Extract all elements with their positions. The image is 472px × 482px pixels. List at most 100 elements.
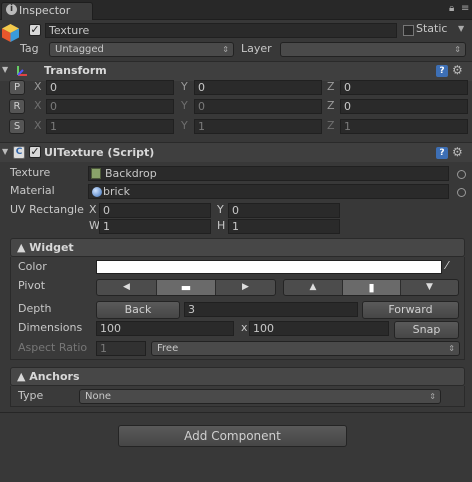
scale-y-field[interactable]: 1 xyxy=(194,119,322,134)
axis-x-label: X xyxy=(34,80,42,93)
position-z-field[interactable]: 0 xyxy=(340,80,468,95)
depth-label: Depth xyxy=(18,302,52,315)
eyedropper-icon[interactable]: ⁄ xyxy=(446,259,448,272)
object-picker-icon[interactable] xyxy=(457,170,466,179)
static-label: Static xyxy=(416,22,448,35)
tag-label: Tag xyxy=(20,42,39,55)
help-icon[interactable]: ? xyxy=(436,147,448,159)
anchor-type-value: None xyxy=(85,391,112,402)
gear-icon[interactable]: ⚙ xyxy=(452,145,463,159)
script-icon: C xyxy=(13,146,25,159)
depth-back-button[interactable]: Back xyxy=(96,301,180,319)
uitexture-title: UITexture (Script) xyxy=(44,146,155,159)
uv-rectangle-label: UV Rectangle xyxy=(10,203,84,216)
axis-x-label: X xyxy=(34,99,42,112)
pivot-left-button[interactable]: ◀ xyxy=(97,280,157,295)
texture-label: Texture xyxy=(10,166,51,179)
widget-group-header[interactable]: ▲ Widget xyxy=(10,238,465,257)
uv-x-label: X xyxy=(89,203,97,216)
pivot-label: Pivot xyxy=(18,279,46,292)
rotation-button[interactable]: R xyxy=(9,99,25,114)
gameobject-cube-icon xyxy=(1,23,20,43)
tab-label: Inspector xyxy=(19,4,71,17)
aspect-ratio-label: Aspect Ratio xyxy=(18,341,88,354)
help-icon[interactable]: ? xyxy=(436,65,448,77)
anchor-type-label: Type xyxy=(18,389,44,402)
transform-icon xyxy=(14,63,30,79)
lock-icon[interactable]: 🔒︎ xyxy=(449,3,454,14)
position-x-field[interactable]: 0 xyxy=(46,80,174,95)
position-y-field[interactable]: 0 xyxy=(194,80,322,95)
uv-h-label: H xyxy=(217,219,226,232)
updown-icon: ⇕ xyxy=(429,392,436,401)
enabled-checkbox[interactable]: ✓ xyxy=(29,146,41,158)
anchor-type-dropdown[interactable]: None ⇕ xyxy=(79,389,441,404)
uv-h-field[interactable]: 1 xyxy=(228,219,340,234)
uv-y-field[interactable]: 0 xyxy=(228,203,340,218)
axis-z-label: Z xyxy=(327,99,335,112)
transform-title: Transform xyxy=(44,64,107,77)
aspect-mode-dropdown[interactable]: Free ⇕ xyxy=(151,341,460,356)
tag-dropdown[interactable]: Untagged ⇕ xyxy=(49,42,234,57)
transform-header[interactable]: ▼ Transform ? ⚙ xyxy=(0,61,472,81)
scale-z-field[interactable]: 1 xyxy=(340,119,468,134)
rotation-z-field[interactable]: 0 xyxy=(340,99,468,114)
active-checkbox[interactable]: ✓ xyxy=(29,24,41,36)
rotation-y-field[interactable]: 0 xyxy=(194,99,322,114)
menu-icon[interactable]: ≡ xyxy=(461,3,469,14)
pivot-center-button[interactable]: ▬ xyxy=(157,280,216,295)
uv-x-field[interactable]: 0 xyxy=(99,203,211,218)
color-swatch[interactable] xyxy=(96,260,442,274)
layer-dropdown[interactable]: ⇕ xyxy=(280,42,466,57)
pivot-right-button[interactable]: ▶ xyxy=(216,280,275,295)
depth-field[interactable]: 3 xyxy=(184,302,358,317)
axis-y-label: Y xyxy=(181,119,188,132)
depth-forward-button[interactable]: Forward xyxy=(362,301,459,319)
texture-value: Backdrop xyxy=(105,167,157,180)
tab-inspector[interactable]: i Inspector xyxy=(1,2,93,20)
foldout-arrow-icon: ▼ xyxy=(2,147,9,156)
color-label: Color xyxy=(18,260,47,273)
material-label: Material xyxy=(10,184,55,197)
pivot-vertical-group: ▲ ▮ ▼ xyxy=(283,279,459,296)
material-field[interactable]: brick xyxy=(88,184,449,199)
gear-icon[interactable]: ⚙ xyxy=(452,63,463,77)
rotation-x-field[interactable]: 0 xyxy=(46,99,174,114)
add-component-button[interactable]: Add Component xyxy=(118,425,347,447)
foldout-arrow-icon: ▼ xyxy=(2,65,9,74)
anchors-group-header[interactable]: ▲ Anchors xyxy=(10,367,465,386)
scale-button[interactable]: S xyxy=(9,119,25,134)
material-value: brick xyxy=(103,185,130,198)
snap-button[interactable]: Snap xyxy=(394,321,459,339)
axis-z-label: Z xyxy=(327,119,335,132)
aspect-mode-value: Free xyxy=(157,343,179,354)
pivot-top-button[interactable]: ▲ xyxy=(284,280,343,295)
layer-label: Layer xyxy=(241,42,272,55)
updown-icon: ⇕ xyxy=(448,344,455,353)
pivot-bottom-button[interactable]: ▼ xyxy=(401,280,458,295)
info-icon: i xyxy=(6,4,17,15)
axis-y-label: Y xyxy=(181,99,188,112)
dimension-height-field[interactable]: 100 xyxy=(249,321,389,336)
dimensions-label: Dimensions xyxy=(18,321,83,334)
axis-x-label: X xyxy=(34,119,42,132)
uv-w-field[interactable]: 1 xyxy=(99,219,211,234)
static-dropdown-icon[interactable]: ▼ xyxy=(458,24,464,33)
object-name-field[interactable]: Texture xyxy=(45,23,397,38)
updown-icon: ⇕ xyxy=(222,45,229,54)
texture-field[interactable]: Backdrop xyxy=(88,166,449,181)
static-checkbox[interactable] xyxy=(403,25,414,36)
dimension-width-field[interactable]: 100 xyxy=(96,321,234,336)
pivot-horizontal-group: ◀ ▬ ▶ xyxy=(96,279,276,296)
texture-asset-icon xyxy=(91,168,101,179)
tag-value: Untagged xyxy=(55,44,104,55)
material-sphere-icon xyxy=(92,187,102,197)
dimension-x-label: x xyxy=(241,321,248,334)
object-picker-icon[interactable] xyxy=(457,188,466,197)
divider xyxy=(0,412,472,413)
uitexture-header[interactable]: ▼ C ✓ UITexture (Script) ? ⚙ xyxy=(0,142,472,162)
scale-x-field[interactable]: 1 xyxy=(46,119,174,134)
axis-z-label: Z xyxy=(327,80,335,93)
position-button[interactable]: P xyxy=(9,80,25,95)
pivot-middle-button[interactable]: ▮ xyxy=(343,280,401,295)
